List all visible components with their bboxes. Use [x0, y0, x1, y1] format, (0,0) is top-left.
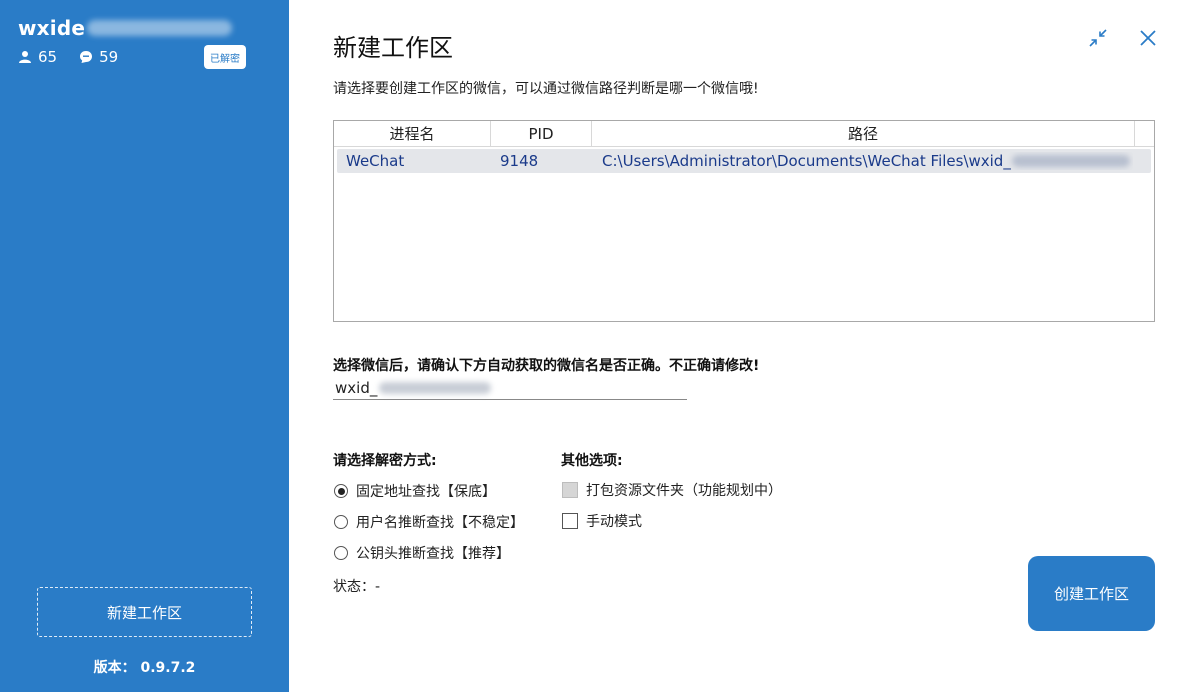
option-pack-resources: 打包资源文件夹（功能规划中）	[562, 480, 782, 500]
dialog-subtitle: 请选择要创建工作区的微信，可以通过微信路径判断是哪一个微信哦!	[333, 81, 759, 97]
redacted-path	[1011, 155, 1130, 167]
radio-button[interactable]	[334, 484, 348, 498]
option-label: 固定地址查找【保底】	[356, 484, 496, 500]
wechat-name-input[interactable]: wxid_	[333, 376, 687, 400]
sidebar: wxide 65 59 已解密 新建工作区 版本： 0.9.7.2	[0, 0, 289, 692]
column-header-process-name[interactable]: 进程名	[334, 121, 491, 146]
chat-bubble-icon	[80, 51, 93, 63]
option-label: 用户名推断查找【不稳定】	[356, 515, 524, 531]
dialog-title: 新建工作区	[333, 34, 453, 62]
chats-count: 59	[99, 48, 119, 66]
cell-path: C:\Users\Administrator\Documents\WeChat …	[593, 152, 1133, 170]
confirm-name-label: 选择微信后，请确认下方自动获取的微信名是否正确。不正确请修改!	[333, 358, 760, 374]
cell-process-name: WeChat	[346, 152, 405, 170]
decrypt-option-fixed-address[interactable]: 固定地址查找【保底】	[334, 481, 496, 501]
redacted-name	[379, 381, 492, 394]
status-label: 状态：	[333, 579, 375, 595]
column-header-path[interactable]: 路径	[592, 121, 1135, 146]
version-label: 版本： 0.9.7.2	[93, 660, 196, 676]
decrypt-method-label: 请选择解密方式:	[333, 453, 437, 469]
option-label: 手动模式	[586, 514, 642, 530]
chats-stat: 59	[79, 48, 118, 66]
decrypt-option-username[interactable]: 用户名推断查找【不稳定】	[334, 512, 524, 532]
decrypt-option-pubkey[interactable]: 公钥头推断查找【推荐】	[334, 543, 510, 563]
decrypted-badge: 已解密	[204, 45, 246, 69]
option-label: 公钥头推断查找【推荐】	[356, 546, 510, 562]
person-icon	[19, 51, 31, 63]
minimize-icon[interactable]	[1087, 27, 1109, 49]
cell-path-text: C:\Users\Administrator\Documents\WeChat …	[602, 152, 1011, 170]
checkbox-disabled	[562, 482, 578, 498]
contacts-stat: 65	[18, 48, 57, 66]
sidebar-new-workspace-button[interactable]: 新建工作区	[37, 587, 252, 637]
table-header: 进程名 PID 路径	[334, 121, 1154, 147]
account-name: wxide	[18, 16, 233, 40]
close-icon[interactable]	[1137, 27, 1159, 49]
contacts-count: 65	[38, 48, 58, 66]
process-table: 进程名 PID 路径 WeChat 9148 C:\Users\Administ…	[333, 120, 1155, 322]
cell-pid: 9148	[500, 152, 539, 170]
option-label: 打包资源文件夹（功能规划中）	[586, 483, 782, 499]
checkbox[interactable]	[562, 513, 578, 529]
create-workspace-button[interactable]: 创建工作区	[1028, 556, 1155, 631]
other-options-label: 其他选项:	[561, 453, 623, 469]
radio-button[interactable]	[334, 515, 348, 529]
column-header-pid[interactable]: PID	[491, 121, 592, 146]
radio-button[interactable]	[334, 546, 348, 560]
table-row[interactable]: WeChat 9148 C:\Users\Administrator\Docum…	[337, 149, 1151, 173]
redacted-id	[87, 20, 233, 36]
wechat-name-value: wxid_	[335, 378, 378, 397]
account-stats: 65 59	[18, 48, 118, 66]
status-line: 状态：-	[333, 576, 380, 596]
status-value: -	[375, 579, 381, 595]
new-workspace-dialog: 新建工作区 请选择要创建工作区的微信，可以通过微信路径判断是哪一个微信哦! 进程…	[289, 0, 1200, 692]
option-manual-mode[interactable]: 手动模式	[562, 511, 642, 531]
